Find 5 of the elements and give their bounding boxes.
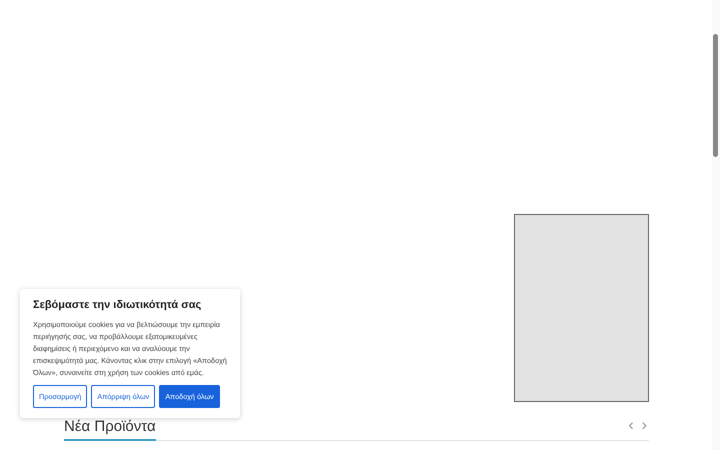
banner-title: Σεβόμαστε την ιδιωτικότητά σας bbox=[33, 299, 202, 311]
scrollbar-thumb[interactable] bbox=[713, 34, 718, 157]
scrollbar[interactable] bbox=[712, 0, 720, 450]
next-button[interactable]: › bbox=[640, 418, 649, 434]
previous-button[interactable]: ‹ bbox=[626, 418, 636, 434]
